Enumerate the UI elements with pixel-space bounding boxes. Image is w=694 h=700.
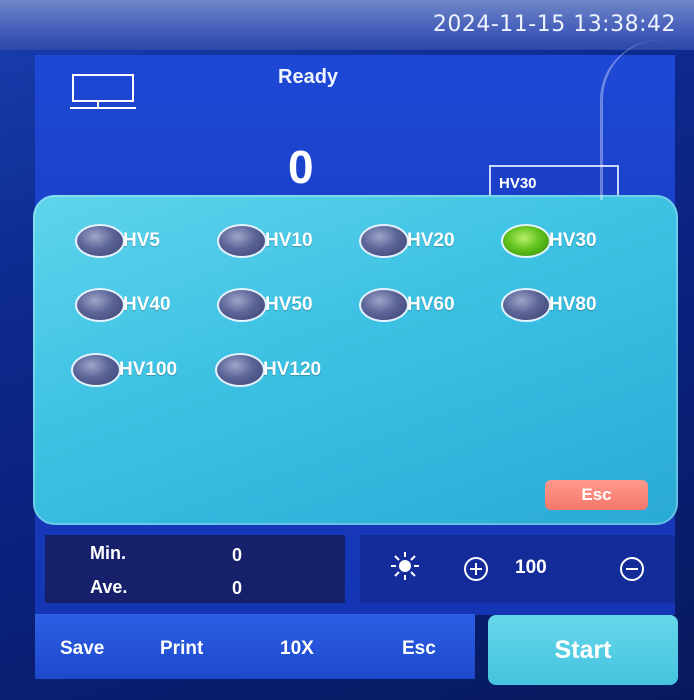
brightness-value: 100: [515, 557, 547, 578]
bottom-toolbar: Save Print 10X Esc: [35, 614, 475, 679]
panel-esc-button[interactable]: Esc: [545, 480, 648, 510]
option-hv40[interactable]: HV40: [75, 287, 171, 323]
option-hv50[interactable]: HV50: [217, 287, 313, 323]
radio-icon: [217, 288, 267, 322]
min-value: 0: [232, 545, 243, 565]
top-status-strip: 2024-11-15 13:38:42: [0, 0, 694, 50]
radio-icon: [215, 353, 265, 387]
datetime-display: 2024-11-15 13:38:42: [432, 12, 676, 37]
print-button[interactable]: Print: [160, 638, 203, 660]
current-mode-label: HV30: [499, 175, 537, 192]
ave-label: Ave.: [90, 577, 128, 597]
status-text: Ready: [278, 66, 339, 88]
esc-button[interactable]: Esc: [402, 638, 436, 660]
save-button[interactable]: Save: [60, 638, 104, 660]
radio-icon: [359, 224, 409, 258]
radio-icon: [501, 288, 551, 322]
radio-icon: [75, 288, 125, 322]
option-hv80[interactable]: HV80: [501, 287, 597, 323]
option-hv20[interactable]: HV20: [359, 223, 455, 259]
option-hv60[interactable]: HV60: [359, 287, 455, 323]
ave-value: 0: [232, 578, 243, 598]
option-hv100[interactable]: HV100: [71, 352, 177, 388]
radio-icon: [71, 353, 121, 387]
brightness-panel: 100: [360, 535, 675, 603]
screen-glare: [600, 40, 694, 200]
option-hv120[interactable]: HV120: [215, 352, 321, 388]
radio-selected-icon: [501, 224, 551, 258]
measurement-counter: 0: [288, 141, 314, 193]
zoom-10x-button[interactable]: 10X: [280, 638, 314, 660]
start-button[interactable]: Start: [488, 615, 678, 685]
hv-selection-panel: HV5 HV10 HV20 HV30 HV40 HV50 HV60 HV80 H…: [33, 195, 678, 525]
sun-icon: [391, 552, 419, 580]
brightness-decrease-icon[interactable]: [618, 555, 646, 583]
stats-panel: Min. 0 Ave. 0: [45, 535, 345, 603]
radio-icon: [359, 288, 409, 322]
option-hv30[interactable]: HV30: [501, 223, 597, 259]
min-label: Min.: [90, 543, 126, 563]
computer-icon: [70, 74, 136, 109]
brightness-increase-icon[interactable]: [462, 555, 490, 583]
option-hv5[interactable]: HV5: [75, 223, 160, 259]
option-hv10[interactable]: HV10: [217, 223, 313, 259]
radio-icon: [75, 224, 125, 258]
radio-icon: [217, 224, 267, 258]
